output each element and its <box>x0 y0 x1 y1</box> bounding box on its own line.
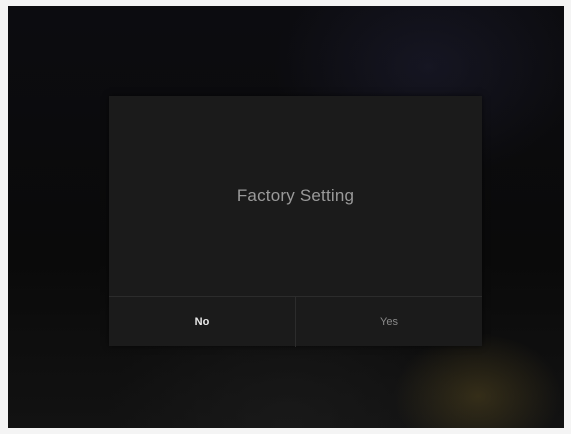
factory-setting-dialog: Factory Setting No Yes <box>109 96 482 347</box>
no-button[interactable]: No <box>109 297 296 347</box>
dialog-footer: No Yes <box>109 296 482 347</box>
device-screen: Factory Setting No Yes <box>8 6 564 428</box>
dialog-title: Factory Setting <box>236 186 355 205</box>
dialog-body: Factory Setting <box>109 96 482 296</box>
yes-button[interactable]: Yes <box>296 297 482 347</box>
